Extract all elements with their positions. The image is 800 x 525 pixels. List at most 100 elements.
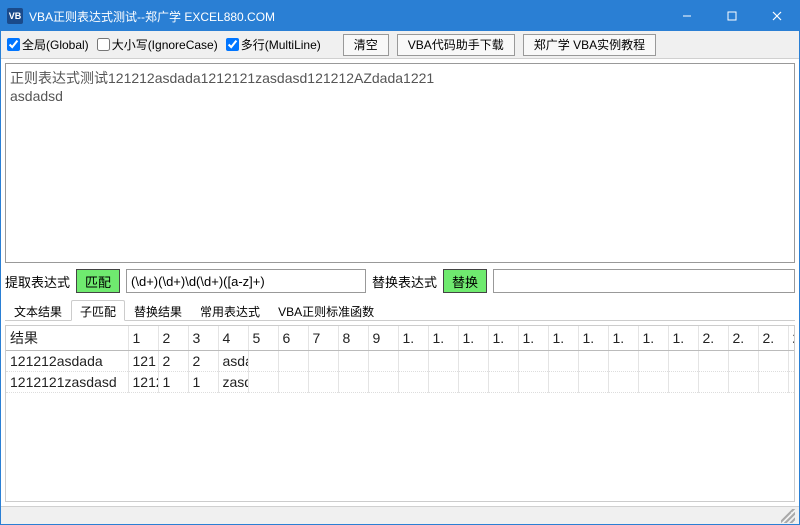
cell xyxy=(788,351,795,372)
col-header[interactable]: 7 xyxy=(308,326,338,351)
maximize-button[interactable] xyxy=(709,1,754,31)
app-icon: VB xyxy=(7,8,23,24)
pattern-input[interactable] xyxy=(126,269,366,293)
cell xyxy=(398,351,428,372)
close-button[interactable] xyxy=(754,1,799,31)
cell xyxy=(668,351,698,372)
cell xyxy=(578,351,608,372)
cell xyxy=(758,351,788,372)
col-header[interactable]: 1. xyxy=(548,326,578,351)
cell xyxy=(548,372,578,393)
cell xyxy=(398,372,428,393)
col-header[interactable]: 2. xyxy=(758,326,788,351)
col-header[interactable]: 2 xyxy=(158,326,188,351)
match-button[interactable]: 匹配 xyxy=(76,269,120,293)
cell xyxy=(548,351,578,372)
cell: 2 xyxy=(188,351,218,372)
cell xyxy=(368,351,398,372)
content-area: 提取表达式 匹配 替换表达式 替换 文本结果子匹配替换结果常用表达式VBA正则标… xyxy=(1,59,799,506)
col-header[interactable]: 8 xyxy=(338,326,368,351)
cell: 121 xyxy=(128,351,158,372)
cell: zasdasd xyxy=(218,372,248,393)
minimize-button[interactable] xyxy=(664,1,709,31)
app-window: VB VBA正则表达式测试--郑广学 EXCEL880.COM 全局(Globa… xyxy=(0,0,800,525)
multiline-checkbox-input[interactable] xyxy=(226,38,239,51)
tab-2[interactable]: 替换结果 xyxy=(125,300,191,321)
cell xyxy=(608,372,638,393)
col-header[interactable]: 1. xyxy=(638,326,668,351)
cell xyxy=(428,351,458,372)
cell: 121212asdada xyxy=(6,351,128,372)
cell xyxy=(458,372,488,393)
cell xyxy=(248,372,278,393)
input-textarea[interactable] xyxy=(5,63,795,263)
cell xyxy=(668,372,698,393)
global-checkbox[interactable]: 全局(Global) xyxy=(7,36,89,53)
cell xyxy=(578,372,608,393)
ignorecase-checkbox-label: 大小写(IgnoreCase) xyxy=(112,36,218,53)
cell xyxy=(458,351,488,372)
col-header[interactable]: 5 xyxy=(248,326,278,351)
col-header[interactable]: 2. xyxy=(728,326,758,351)
replace-input[interactable] xyxy=(493,269,795,293)
cell: asdada xyxy=(218,351,248,372)
col-header[interactable]: 1. xyxy=(398,326,428,351)
col-header[interactable]: 结果 xyxy=(6,326,128,351)
cell xyxy=(638,351,668,372)
cell: 1 xyxy=(188,372,218,393)
cell xyxy=(338,372,368,393)
tab-3[interactable]: 常用表达式 xyxy=(191,300,269,321)
replace-button[interactable]: 替换 xyxy=(443,269,487,293)
table-row[interactable]: 121212asdada12122asdada xyxy=(6,351,795,372)
cell xyxy=(698,372,728,393)
cell: 1212 xyxy=(128,372,158,393)
col-header[interactable]: 9 xyxy=(368,326,398,351)
ignorecase-checkbox[interactable]: 大小写(IgnoreCase) xyxy=(97,36,218,53)
cell xyxy=(488,351,518,372)
col-header[interactable]: 1. xyxy=(518,326,548,351)
col-header[interactable]: 1. xyxy=(608,326,638,351)
cell xyxy=(788,372,795,393)
cell xyxy=(518,372,548,393)
tutorial-button[interactable]: 郑广学 VBA实例教程 xyxy=(523,34,656,56)
cell xyxy=(368,372,398,393)
col-header[interactable]: 6 xyxy=(278,326,308,351)
col-header[interactable]: 1 xyxy=(128,326,158,351)
download-button[interactable]: VBA代码助手下载 xyxy=(397,34,515,56)
col-header[interactable]: 1. xyxy=(458,326,488,351)
cell xyxy=(278,351,308,372)
cell xyxy=(758,372,788,393)
global-checkbox-input[interactable] xyxy=(7,38,20,51)
cell xyxy=(278,372,308,393)
result-grid[interactable]: 结果1234567891.1.1.1.1.1.1.1.1.1.2.2.2.2.2… xyxy=(5,325,795,502)
col-header[interactable]: 1. xyxy=(428,326,458,351)
cell xyxy=(728,351,758,372)
col-header[interactable]: 1. xyxy=(488,326,518,351)
col-header[interactable]: 3 xyxy=(188,326,218,351)
cell xyxy=(728,372,758,393)
cell: 2 xyxy=(158,351,188,372)
ignorecase-checkbox-input[interactable] xyxy=(97,38,110,51)
regex-row: 提取表达式 匹配 替换表达式 替换 xyxy=(5,267,795,295)
col-header[interactable]: 4 xyxy=(218,326,248,351)
col-header[interactable]: 1. xyxy=(668,326,698,351)
cell xyxy=(428,372,458,393)
multiline-checkbox-label: 多行(MultiLine) xyxy=(241,36,321,53)
clear-button[interactable]: 清空 xyxy=(343,34,389,56)
tab-0[interactable]: 文本结果 xyxy=(5,300,71,321)
col-header[interactable]: 2. xyxy=(788,326,795,351)
cell xyxy=(338,351,368,372)
resize-handle-icon[interactable] xyxy=(781,509,795,523)
col-header[interactable]: 2. xyxy=(698,326,728,351)
tab-4[interactable]: VBA正则标准函数 xyxy=(269,300,383,321)
table-row[interactable]: 1212121zasdasd121211zasdasd xyxy=(6,372,795,393)
cell xyxy=(608,351,638,372)
tab-1[interactable]: 子匹配 xyxy=(71,300,125,321)
col-header[interactable]: 1. xyxy=(578,326,608,351)
cell xyxy=(488,372,518,393)
tabs: 文本结果子匹配替换结果常用表达式VBA正则标准函数 xyxy=(5,299,795,321)
cell: 1 xyxy=(158,372,188,393)
cell xyxy=(308,372,338,393)
multiline-checkbox[interactable]: 多行(MultiLine) xyxy=(226,36,321,53)
statusbar xyxy=(1,506,799,524)
